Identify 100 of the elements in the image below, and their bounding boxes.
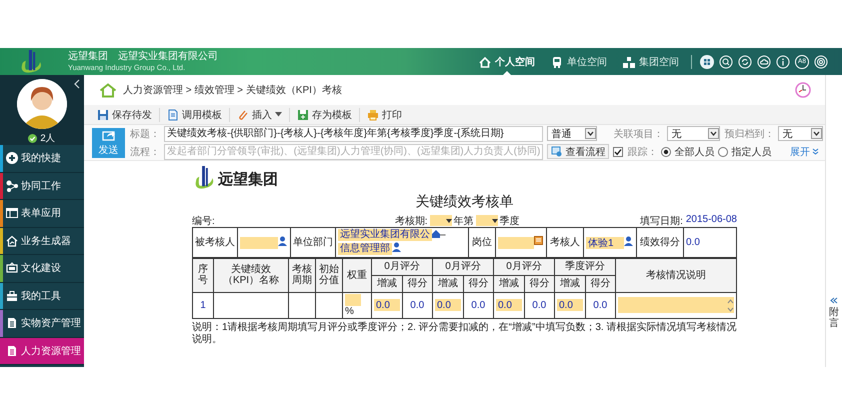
column-header: 关键绩效（KPI）名称 (222, 264, 280, 286)
document-icon (167, 108, 179, 120)
sidebar-item[interactable]: 业务生成器 (0, 228, 84, 255)
floppy-icon (97, 108, 109, 120)
caret-icon (492, 218, 498, 222)
nav-tab[interactable]: 个人空间 (479, 48, 535, 75)
year-select[interactable] (430, 215, 452, 226)
view-flow-button[interactable]: 查看流程 (547, 144, 610, 159)
settings-icon[interactable] (814, 54, 828, 68)
nodes-icon (6, 180, 18, 192)
checkbox[interactable] (613, 146, 624, 156)
caret-icon (446, 218, 452, 222)
form-title: 关键绩效考核单 (414, 193, 514, 211)
input-field[interactable]: 0.0 (557, 299, 583, 312)
column-header: 增减 (498, 278, 519, 290)
double-chevron-icon (830, 297, 838, 304)
sidebar-item[interactable]: 我的工具 (0, 282, 84, 310)
breadcrumb: 人力资源管理 > 绩效管理 > 关键绩效（KPI）考核 (123, 84, 342, 97)
column-header: 得分 (468, 278, 488, 290)
search-icon[interactable] (719, 54, 733, 68)
online-check-icon (28, 134, 38, 143)
sidebar-item[interactable]: 文化建设 (0, 255, 84, 282)
home-icon (99, 82, 117, 98)
field-label: 年第 (454, 214, 474, 228)
field-label: 流程： (130, 146, 160, 158)
person-icon[interactable] (392, 242, 401, 252)
archive-select[interactable]: 无 (778, 126, 824, 141)
toolbar-button[interactable]: 打印 (359, 108, 409, 122)
column-header: 序号 (198, 264, 208, 286)
column-header: 增减 (438, 278, 458, 290)
field-label: 被考核人 (195, 237, 235, 248)
cloud-icon[interactable] (757, 54, 771, 68)
person-icon[interactable] (278, 236, 287, 246)
score-value: 0.0 (471, 300, 486, 311)
separator: – (440, 230, 446, 241)
document-icon (6, 344, 18, 357)
toolbox-icon (6, 290, 18, 302)
sidebar-item[interactable]: 人力资源管理 (0, 338, 84, 365)
importance-select[interactable]: 普通 (547, 126, 598, 141)
flow-icon (551, 146, 562, 157)
building-blocks-icon (623, 56, 635, 68)
title-field[interactable]: 关键绩效考核-{供职部门}-{考核人}-{考核年度}年第{考核季度}季度-{系统日期} (164, 126, 544, 142)
toolbar-button[interactable]: 插入 (229, 108, 289, 122)
score-value: 0.0 (686, 236, 700, 248)
dropdown-caret-icon (585, 128, 596, 139)
column-header: 得分 (529, 278, 550, 290)
field-label: 跟踪： (627, 146, 658, 158)
dropdown-caret-icon (811, 128, 822, 139)
info-icon[interactable] (776, 54, 790, 68)
input-field[interactable] (498, 236, 534, 248)
score-value: 0.0 (593, 300, 608, 311)
toolbar-button[interactable]: 保存待发 (90, 108, 159, 122)
input-field[interactable]: 0.0 (435, 299, 461, 312)
column-header: 初始分值 (319, 264, 339, 286)
plus-circle-icon (6, 152, 18, 164)
sidebar-item[interactable]: 协同工作 (0, 172, 84, 200)
radio-option[interactable]: 全部人员 (661, 144, 714, 158)
nav-tab[interactable]: 集团空间 (623, 48, 679, 75)
toolbar-button[interactable]: 存为模板 (289, 108, 359, 122)
collapse-chevron-icon[interactable] (74, 79, 80, 89)
radio-icon (661, 146, 672, 156)
refresh-icon[interactable] (738, 54, 752, 68)
expand-link[interactable]: 展开 (790, 144, 819, 158)
field-label: 填写日期: (640, 214, 683, 228)
input-field[interactable] (240, 237, 278, 249)
grid-icon[interactable] (700, 54, 714, 68)
nav-tab[interactable]: 单位空间 (551, 48, 607, 75)
unit-label: % (345, 306, 354, 317)
home-icon (479, 56, 491, 68)
field-label: 考核人 (550, 237, 580, 248)
postscript-tab[interactable]: 附言 (829, 297, 839, 329)
radio-option[interactable]: 指定人员 (718, 144, 772, 158)
field-label: 关联项目： (613, 128, 664, 140)
person-icon[interactable] (624, 236, 633, 246)
floppy-icon (297, 108, 309, 120)
picker-icon[interactable] (534, 236, 543, 246)
toolbar-button[interactable]: 调用模板 (159, 108, 229, 122)
column-header: 权重 (347, 270, 367, 281)
sidebar-item[interactable]: 表单应用 (0, 200, 84, 228)
field-label: 季度 (500, 214, 520, 228)
sidebar-item[interactable]: 我的快捷 (0, 145, 84, 172)
brand-name: 远望集团 (68, 50, 108, 62)
online-count: 2人 (40, 132, 56, 145)
column-header: 0月评分 (445, 261, 481, 272)
column-header: 得分 (407, 278, 428, 290)
input-field[interactable]: 体验1 (586, 237, 624, 249)
brand-name: 远望集团 (218, 170, 278, 189)
table-window-icon (6, 207, 18, 220)
scroll-arrows-icon[interactable] (727, 298, 734, 312)
input-field[interactable] (345, 294, 361, 306)
clock-icon (795, 82, 811, 98)
input-field[interactable]: 0.0 (496, 299, 522, 312)
column-header: 考核周期 (292, 264, 312, 286)
company-name: 远望实业集团有限公司 (118, 50, 218, 62)
quarter-select[interactable] (476, 215, 498, 226)
input-field[interactable]: 0.0 (374, 299, 400, 312)
related-project-select[interactable]: 无 (667, 126, 720, 141)
date-value: 2015-06-08 (686, 214, 737, 226)
field-label: 绩效得分 (640, 237, 680, 248)
score-value: 0.0 (532, 300, 546, 311)
